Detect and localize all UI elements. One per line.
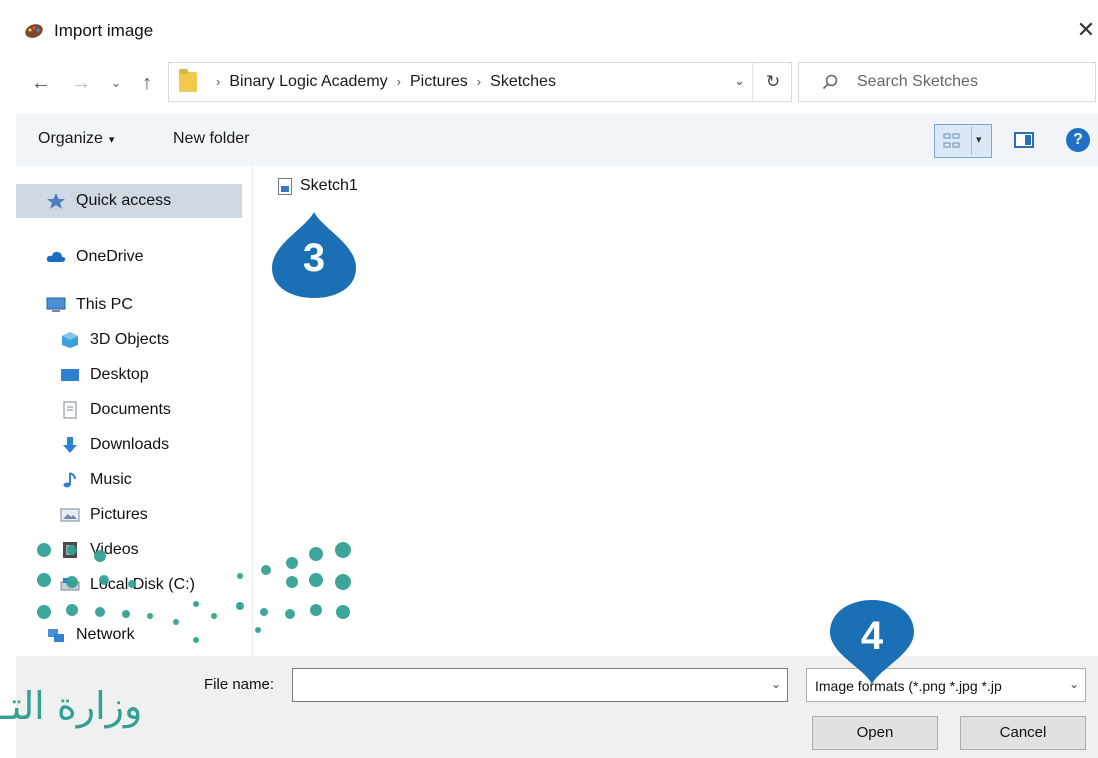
desktop-icon	[61, 369, 79, 381]
sidebar-item-downloads[interactable]: Downloads	[16, 428, 242, 462]
image-file-icon	[278, 178, 292, 195]
sidebar-item-this-pc[interactable]: This PC	[16, 288, 242, 322]
sidebar-item-label: Videos	[90, 541, 139, 558]
network-icon	[48, 629, 64, 642]
file-name-field[interactable]: ⌄	[292, 668, 788, 702]
chevron-down-icon: ▾	[108, 134, 115, 146]
download-icon	[63, 437, 77, 453]
forward-button[interactable]: →	[70, 70, 92, 96]
folder-icon	[179, 69, 197, 92]
address-bar[interactable]: › Binary Logic Academy › Pictures › Sketches …	[168, 62, 792, 102]
view-grid-icon	[943, 133, 960, 148]
sidebar-item-music[interactable]: Music	[16, 463, 242, 497]
paint-palette-icon	[25, 24, 43, 38]
import-image-dialog: Import image ✕ ← → ⌄ ↑ › Binary Logic Aca…	[16, 10, 1098, 758]
cube-icon	[62, 332, 78, 348]
sidebar-item-label: Downloads	[90, 436, 170, 453]
document-icon	[63, 401, 77, 419]
chevron-down-icon[interactable]: ▾	[976, 133, 982, 146]
sidebar-item-label: Desktop	[90, 366, 149, 383]
sidebar-item-desktop[interactable]: Desktop	[16, 358, 242, 392]
disk-icon	[60, 578, 80, 591]
sidebar-item-documents[interactable]: Documents	[16, 393, 242, 427]
command-toolbar: Organize ▾ New folder ▾ ?	[16, 114, 1098, 166]
sidebar-item-onedrive[interactable]: OneDrive	[16, 240, 242, 274]
video-icon	[63, 542, 77, 558]
footer-panel: File name: ⌄ Image formats (*.png *.jpg …	[16, 656, 1098, 758]
file-name-field-label: File name:	[204, 676, 275, 693]
open-button[interactable]: Open	[812, 716, 938, 750]
organize-button[interactable]: Organize ▾	[38, 130, 114, 148]
sidebar-item-label: 3D Objects	[90, 331, 170, 348]
sidebar-item-label: Network	[76, 626, 135, 643]
step-3-marker: 3	[270, 210, 358, 298]
step-number: 3	[302, 236, 326, 280]
close-button[interactable]: ✕	[1074, 16, 1098, 44]
preview-pane-icon[interactable]	[1014, 132, 1034, 148]
breadcrumb-separator: ›	[396, 74, 401, 89]
address-dropdown-button[interactable]: ⌄	[734, 73, 745, 89]
cancel-button[interactable]: Cancel	[960, 716, 1086, 750]
search-icon	[822, 74, 838, 90]
organize-label: Organize	[38, 130, 103, 147]
sidebar-item-local-disk[interactable]: Local Disk (C:)	[16, 568, 242, 602]
chevron-down-icon: ⌄	[1068, 677, 1079, 691]
view-divider	[971, 127, 972, 155]
sidebar-item-label: This PC	[76, 296, 133, 313]
sidebar-item-label: OneDrive	[76, 248, 144, 265]
sidebar-item-quick-access[interactable]: Quick access	[16, 184, 242, 218]
sidebar-item-pictures[interactable]: Pictures	[16, 498, 242, 532]
title-bar: Import image ✕	[16, 10, 1098, 52]
step-number: 4	[860, 614, 884, 658]
pane-divider	[252, 166, 253, 656]
sidebar-item-network[interactable]: Network	[16, 618, 242, 652]
dialog-title: Import image	[54, 21, 154, 40]
up-button[interactable]: ↑	[136, 70, 158, 96]
sidebar-item-3d-objects[interactable]: 3D Objects	[16, 323, 242, 357]
breadcrumb-sketches[interactable]: Sketches	[490, 73, 556, 90]
step-4-marker: 4	[828, 598, 916, 686]
sidebar-item-videos[interactable]: Videos	[16, 533, 242, 567]
help-icon[interactable]: ?	[1066, 128, 1090, 152]
star-icon	[47, 193, 65, 209]
breadcrumb-separator: ›	[216, 74, 221, 89]
sidebar-item-label: Pictures	[90, 506, 148, 523]
chevron-down-icon[interactable]: ⌄	[771, 677, 781, 691]
sidebar-item-label: Local Disk (C:)	[90, 576, 195, 593]
sidebar-item-label: Documents	[90, 401, 171, 418]
back-button[interactable]: ←	[30, 70, 52, 96]
breadcrumb-pictures[interactable]: Pictures	[410, 73, 468, 90]
breadcrumb-binary-logic-academy[interactable]: Binary Logic Academy	[229, 73, 387, 90]
sidebar-item-label: Music	[90, 471, 132, 488]
picture-icon	[60, 508, 80, 522]
address-divider	[752, 63, 753, 101]
music-note-icon	[63, 472, 76, 488]
sidebar-item-label: Quick access	[76, 192, 172, 209]
computer-icon	[46, 297, 66, 312]
file-name-label: Sketch1	[300, 177, 358, 194]
recent-locations-button[interactable]: ⌄	[108, 70, 124, 96]
refresh-button[interactable]: ↻	[761, 70, 785, 94]
breadcrumb: › Binary Logic Academy › Pictures › Sketches	[207, 73, 556, 91]
navigation-pane: Quick access OneDrive This PC 3D Objects…	[16, 166, 252, 656]
change-view-button[interactable]: ▾	[934, 124, 992, 158]
cloud-icon	[46, 251, 66, 262]
breadcrumb-separator: ›	[476, 74, 482, 89]
new-folder-button[interactable]: New folder	[173, 130, 249, 148]
search-placeholder: Search Sketches	[857, 73, 978, 90]
search-input[interactable]: Search Sketches	[798, 62, 1096, 102]
